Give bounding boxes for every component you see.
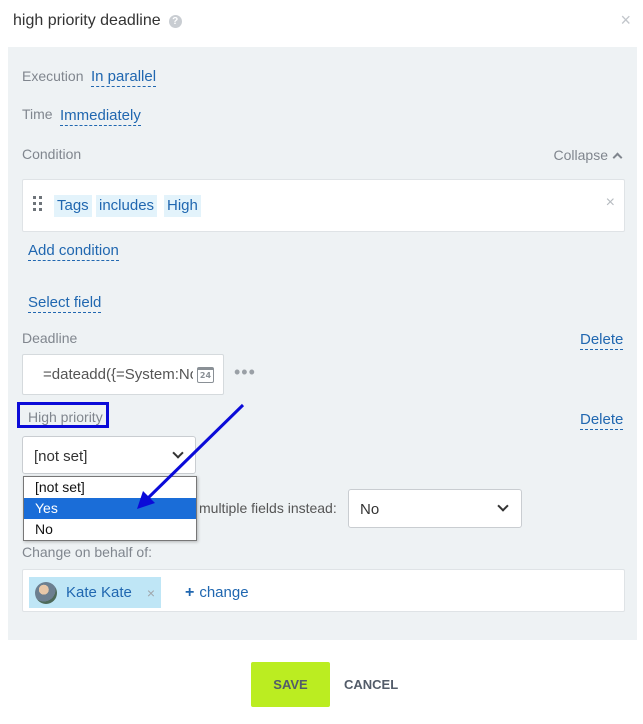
condition-operator-tag[interactable]: includes	[96, 195, 158, 217]
remove-condition-icon[interactable]: ×	[606, 194, 615, 212]
dropdown-option-yes[interactable]: Yes	[24, 498, 196, 519]
help-icon[interactable]: ?	[168, 14, 182, 28]
change-label: change	[199, 584, 249, 601]
high-priority-selected-value: [not set]	[34, 448, 88, 465]
high-priority-delete-link[interactable]: Delete	[580, 410, 624, 430]
robot-settings-panel: Execution In parallel Time Immediately C…	[8, 47, 637, 640]
multiple-fields-value: No	[360, 501, 380, 518]
select-field-link[interactable]: Select field	[28, 293, 102, 313]
deadline-input[interactable]: =dateadd({=System:Now} 24	[22, 354, 224, 395]
cancel-button[interactable]: CANCEL	[344, 677, 398, 692]
add-condition-link[interactable]: Add condition	[28, 241, 119, 261]
deadline-label: Deadline	[22, 330, 78, 346]
time-label: Time	[22, 106, 53, 122]
annotation-highlight-box	[17, 402, 109, 428]
deadline-value: =dateadd({=System:Now}	[43, 366, 193, 383]
condition-box: Tags includes High ×	[22, 179, 625, 232]
high-priority-select[interactable]: [not set]	[22, 436, 196, 474]
remove-user-icon[interactable]: ×	[147, 585, 155, 601]
behalf-label: Change on behalf of:	[22, 544, 152, 560]
condition-field-tag[interactable]: Tags	[54, 195, 92, 217]
save-button[interactable]: SAVE	[251, 662, 330, 707]
user-name: Kate Kate	[66, 584, 132, 601]
condition-label: Condition	[22, 146, 82, 162]
execution-label: Execution	[22, 68, 84, 84]
more-icon[interactable]: •••	[234, 363, 256, 381]
calendar-icon[interactable]: 24	[197, 367, 214, 383]
execution-mode-link[interactable]: In parallel	[91, 67, 157, 87]
plus-icon: +	[185, 584, 195, 601]
high-priority-dropdown-list: [not set] Yes No	[23, 476, 197, 541]
dialog-title: high priority deadline ?	[13, 12, 182, 30]
dropdown-option-not-set[interactable]: [not set]	[24, 477, 196, 498]
multiple-fields-select[interactable]: No	[348, 489, 522, 528]
user-chip[interactable]: Kate Kate ×	[29, 577, 161, 608]
close-icon[interactable]: ×	[620, 10, 631, 31]
collapse-label: Collapse	[553, 147, 608, 163]
chevron-up-icon	[612, 152, 623, 162]
collapse-toggle[interactable]: Collapse	[553, 147, 623, 163]
time-link[interactable]: Immediately	[60, 106, 141, 126]
multiple-fields-label: multiple fields instead:	[199, 500, 337, 516]
change-user-link[interactable]: + change	[185, 584, 249, 602]
condition-value-tag[interactable]: High	[164, 195, 201, 217]
behalf-box: Kate Kate × + change	[22, 569, 625, 612]
avatar	[35, 581, 57, 604]
chevron-down-icon	[497, 500, 509, 512]
drag-handle-icon[interactable]	[33, 196, 42, 212]
dialog-title-text: high priority deadline	[13, 12, 161, 29]
chevron-down-icon	[172, 447, 184, 459]
dropdown-option-no[interactable]: No	[24, 519, 196, 540]
deadline-delete-link[interactable]: Delete	[580, 330, 624, 350]
